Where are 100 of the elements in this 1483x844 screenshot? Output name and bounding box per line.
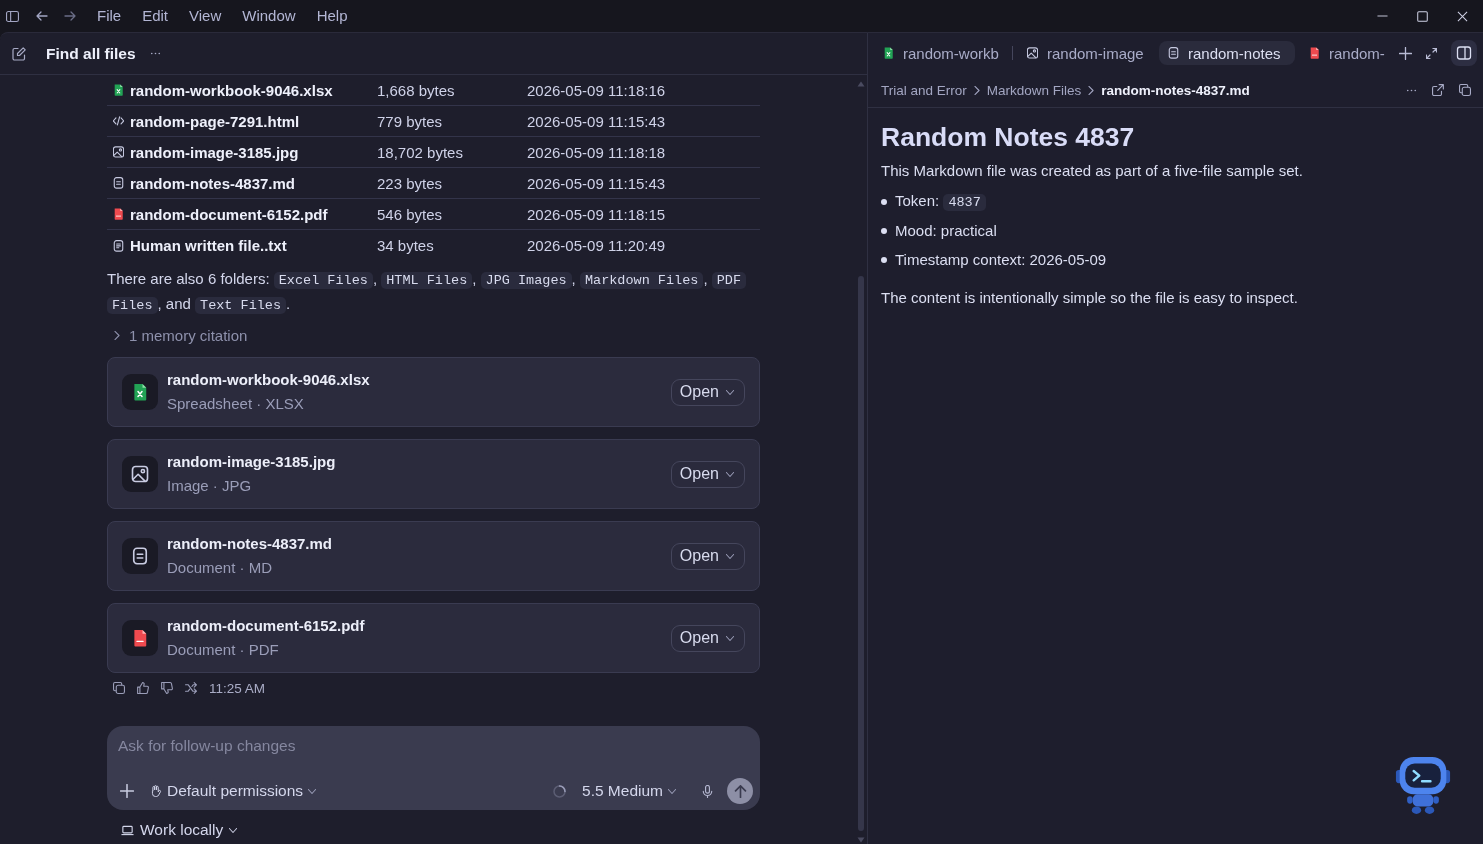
text-file-icon: [113, 239, 124, 252]
image-file-icon: [113, 146, 124, 158]
external-link-icon[interactable]: [1432, 84, 1444, 96]
breadcrumb-current: random-notes-4837.md: [1101, 82, 1250, 98]
chevron-down-icon: [668, 788, 676, 794]
plus-icon[interactable]: [120, 784, 134, 798]
file-type: Document · MD: [167, 558, 274, 578]
workspace-dropdown[interactable]: Work locally: [121, 820, 238, 840]
pdf-file-icon: [122, 620, 158, 656]
menu-item[interactable]: Help: [316, 6, 348, 26]
chevron-right-icon: [973, 85, 980, 95]
file-name: random-notes-4837.md: [167, 534, 334, 554]
document-title: Random Notes 4837: [881, 121, 1136, 154]
memory-citation-toggle[interactable]: 1 memory citation: [107, 325, 248, 345]
image-file-icon: [1027, 47, 1038, 59]
code-file-icon: [113, 115, 124, 127]
list-item: Mood: practical: [895, 221, 997, 241]
forward-arrow-icon[interactable]: [64, 10, 76, 22]
file-size: 34 bytes: [377, 237, 435, 254]
arrow-up-icon: [733, 784, 747, 798]
file-name: random-workbook-9046.xlsx: [167, 370, 371, 390]
edit-icon[interactable]: [12, 46, 26, 61]
file-name: random-notes-4837.md: [130, 174, 296, 192]
menu-item[interactable]: Window: [242, 6, 296, 26]
sidebar-toggle-icon[interactable]: [6, 9, 19, 23]
copy-icon[interactable]: [113, 682, 125, 694]
open-button[interactable]: Open: [670, 624, 745, 652]
back-arrow-icon[interactable]: [36, 10, 48, 22]
hand-icon: [150, 785, 162, 797]
file-name: random-document-6152.pdf: [167, 616, 366, 636]
list-item: Timestamp context: 2026-05-09: [895, 250, 1107, 270]
spreadsheet-file-icon: [113, 84, 124, 96]
thumbs-up-icon[interactable]: [137, 682, 149, 694]
spreadsheet-file-icon: [883, 47, 894, 59]
open-button[interactable]: Open: [670, 460, 745, 488]
file-type: Spreadsheet · XLSX: [167, 394, 305, 414]
chevron-down-icon: [726, 553, 734, 559]
document-file-icon: [1168, 47, 1179, 59]
file-date: 2026-05-09 11:20:49: [527, 237, 667, 254]
message-input[interactable]: Ask for follow-up changes: [118, 735, 499, 757]
file-name: Human written file..txt: [130, 237, 287, 254]
chevron-down-icon: [308, 788, 317, 794]
shuffle-icon[interactable]: [185, 682, 197, 694]
breadcrumb-link[interactable]: Trial and Error: [881, 82, 967, 98]
document-file-icon: [122, 538, 158, 574]
close-icon[interactable]: [1457, 10, 1468, 22]
file-size: 779 bytes: [377, 112, 444, 130]
breadcrumb-link[interactable]: Markdown Files: [986, 82, 1082, 98]
menu-item[interactable]: Edit: [142, 6, 169, 26]
plus-icon[interactable]: [1399, 46, 1412, 60]
open-button[interactable]: Open: [670, 542, 745, 570]
document-file-icon: [113, 177, 124, 189]
permissions-dropdown[interactable]: Default permissions: [150, 782, 317, 800]
expand-icon[interactable]: [1426, 47, 1437, 59]
file-type: Document · PDF: [167, 640, 280, 660]
image-file-icon: [122, 456, 158, 492]
editor-tab[interactable]: random-: [1300, 41, 1386, 65]
bullet-icon: [881, 228, 887, 234]
menu-item[interactable]: View: [189, 6, 222, 26]
file-type: Image · JPG: [167, 476, 253, 496]
scrollbar-thumb[interactable]: [858, 276, 864, 831]
file-size: 546 bytes: [377, 205, 444, 223]
spinner-icon: [553, 784, 566, 798]
open-button[interactable]: Open: [670, 378, 745, 406]
thumbs-down-icon[interactable]: [161, 682, 173, 694]
file-size: 18,702 bytes: [377, 143, 464, 161]
file-date: 2026-05-09 11:15:43: [527, 112, 667, 130]
thread-title: Find all files: [46, 44, 136, 63]
copy-icon[interactable]: [1459, 84, 1471, 96]
chevron-down-icon: [229, 827, 238, 833]
editor-tab[interactable]: random-image: [1018, 41, 1154, 65]
file-date: 2026-05-09 11:15:43: [527, 174, 667, 192]
chevron-down-icon: [726, 471, 734, 477]
send-button[interactable]: [727, 778, 753, 804]
file-name: random-workbook-9046.xlsx: [130, 81, 333, 99]
more-icon[interactable]: [1406, 88, 1417, 92]
document-paragraph: The content is intentionally simple so the file is easy to inspect.: [881, 288, 1299, 308]
robot-mascot-icon[interactable]: [1395, 754, 1451, 816]
maximize-icon[interactable]: [1417, 10, 1428, 22]
laptop-icon: [121, 823, 134, 837]
chevron-down-icon: [726, 389, 734, 395]
bullet-icon: [881, 199, 887, 205]
menu-item[interactable]: File: [97, 6, 122, 26]
file-date: 2026-05-09 11:18:16: [527, 81, 667, 99]
message-time: 11:25 AM: [209, 680, 266, 696]
spreadsheet-file-icon: [122, 374, 158, 410]
chevron-down-icon: [726, 635, 734, 641]
pdf-file-icon: [113, 208, 124, 220]
chevron-right-icon: [1088, 85, 1095, 95]
file-date: 2026-05-09 11:18:18: [527, 143, 667, 161]
file-name: random-image-3185.jpg: [130, 143, 299, 161]
more-icon[interactable]: [149, 52, 161, 55]
panel-toggle-icon[interactable]: [1451, 40, 1477, 66]
model-dropdown[interactable]: 5.5 Medium: [582, 782, 676, 800]
editor-tab[interactable]: random-workb: [874, 41, 1010, 65]
microphone-icon[interactable]: [702, 784, 713, 798]
file-name: random-page-7291.html: [130, 112, 300, 130]
document-paragraph: This Markdown file was created as part of a five-file sample set.: [881, 161, 1304, 181]
editor-tab[interactable]: random-notes: [1159, 41, 1295, 65]
file-size: 1,668 bytes: [377, 81, 456, 99]
